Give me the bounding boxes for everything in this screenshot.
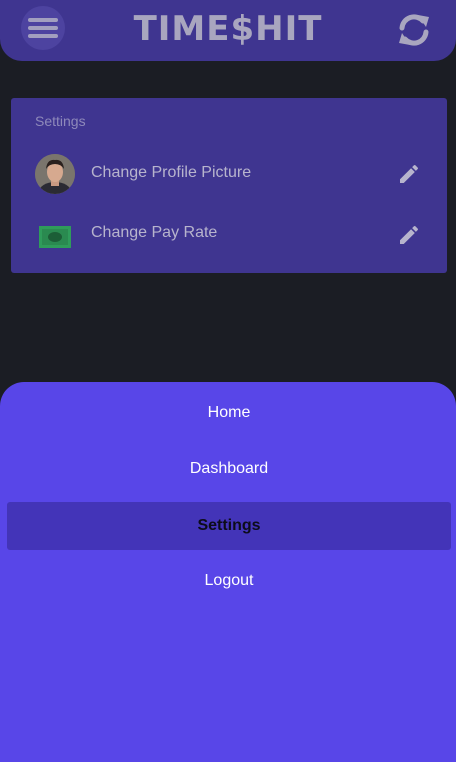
edit-pay-rate-button[interactable]	[397, 223, 421, 247]
nav-drawer: Home Dashboard Settings Logout	[0, 382, 456, 762]
settings-card: Settings Change Profile Picture Change P…	[11, 98, 447, 273]
money-icon	[39, 226, 71, 248]
nav-item-logout[interactable]: Logout	[7, 557, 451, 605]
nav-item-settings[interactable]: Settings	[7, 502, 451, 550]
pencil-icon	[400, 225, 419, 244]
avatar	[35, 154, 75, 194]
nav-item-home[interactable]: Home	[7, 389, 451, 437]
setting-label: Change Pay Rate	[91, 224, 218, 241]
nav-item-dashboard[interactable]: Dashboard	[7, 445, 451, 493]
setting-change-pay-rate[interactable]: Change Pay Rate	[11, 210, 447, 266]
setting-label: Change Profile Picture	[91, 164, 252, 181]
app-bar: TIME$HIT	[0, 0, 456, 61]
setting-change-profile-picture[interactable]: Change Profile Picture	[11, 146, 447, 202]
refresh-icon	[399, 14, 429, 46]
edit-profile-picture-button[interactable]	[397, 162, 421, 186]
refresh-button[interactable]	[394, 10, 434, 50]
pencil-icon	[400, 164, 419, 183]
settings-title: Settings	[35, 113, 86, 129]
app-title: TIME$HIT	[133, 9, 323, 49]
